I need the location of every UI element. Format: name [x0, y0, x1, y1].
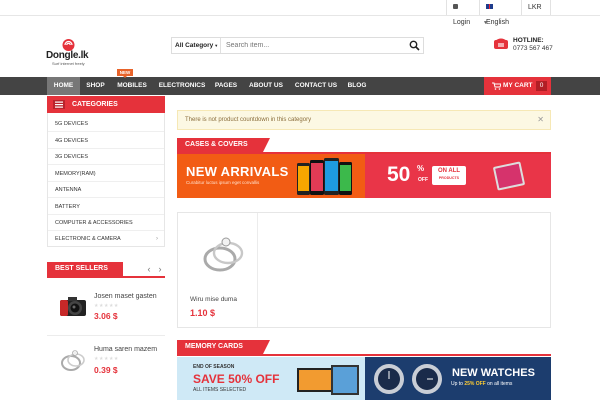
- new-badge: NEW: [117, 69, 133, 78]
- section-title: CASES & COVERS: [177, 138, 270, 152]
- notice-alert: There is not product countdown in this c…: [177, 110, 551, 130]
- rating-stars: ★★★★★: [94, 303, 119, 309]
- category-item[interactable]: 3G DEVICES: [48, 149, 164, 166]
- list-icon: [53, 100, 65, 109]
- lock-icon: [453, 4, 458, 9]
- percent-sign: %: [417, 164, 425, 173]
- cart-icon: [492, 82, 501, 90]
- promo-banner-season[interactable]: END OF SEASON SAVE 50% OFF ALL ITEMS SEL…: [177, 357, 551, 400]
- rating-stars: ★★★★★: [94, 356, 119, 362]
- banner-subtitle: Curabitur luctus ipsum eget convallis: [186, 180, 260, 185]
- section-title: MEMORY CARDS: [177, 340, 270, 354]
- wifi-logo-icon: [62, 39, 75, 51]
- off-label: OFF: [418, 177, 428, 183]
- tablet-image: [493, 161, 525, 191]
- chevron-right-icon[interactable]: ›: [156, 264, 164, 274]
- chevron-left-icon[interactable]: ‹: [145, 264, 153, 274]
- logo-text[interactable]: Dongle.lk: [46, 50, 89, 61]
- best-seller-price: 3.06 $: [94, 311, 118, 321]
- search-bar: All Category▼: [171, 37, 424, 54]
- category-item[interactable]: MEMORY(RAM): [48, 166, 164, 182]
- categories-header: CATEGORIES: [47, 96, 165, 113]
- login-link[interactable]: Login: [446, 0, 479, 26]
- watches-image: [374, 364, 442, 394]
- best-seller-name[interactable]: Josen maset gasten: [94, 293, 157, 300]
- category-item[interactable]: 4G DEVICES: [48, 133, 164, 149]
- search-category-select[interactable]: All Category▼: [172, 38, 221, 53]
- banner-right-sub: Up to 25% OFF on all items: [451, 381, 513, 387]
- category-item-with-sub[interactable]: ELECTRONIC & CAMERA ›: [48, 231, 164, 247]
- nav-home[interactable]: HOME: [47, 77, 80, 95]
- banner-sub-text: ALL ITEMS SELECTED: [193, 387, 247, 393]
- banner-small-text: END OF SEASON: [193, 364, 235, 370]
- best-sellers-title: BEST SELLERS: [47, 262, 123, 276]
- best-sellers-header: BEST SELLERS ‹ ›: [47, 262, 165, 278]
- cart-button[interactable]: MY CART 0: [484, 77, 551, 95]
- divider: [47, 335, 165, 336]
- discount-percent: 50: [387, 163, 411, 186]
- nav-electronics[interactable]: ELECTRONICS: [154, 77, 210, 95]
- hotline-label: HOTLINE:: [513, 37, 544, 44]
- top-bar: Login English LKR: [0, 0, 600, 26]
- category-item[interactable]: BATTERY: [48, 199, 164, 215]
- banner-left: NEW ARRIVALS Curabitur luctus ipsum eget…: [177, 154, 365, 198]
- phones-image: [297, 158, 352, 195]
- chevron-right-icon: ›: [156, 236, 158, 242]
- best-seller-name[interactable]: Huma saren mazem: [94, 346, 157, 353]
- promo-banner-new-arrivals[interactable]: NEW ARRIVALS Curabitur luctus ipsum eget…: [177, 154, 551, 198]
- ring-icon[interactable]: [57, 346, 89, 374]
- section-header-cases: CASES & COVERS: [177, 138, 551, 154]
- chevron-down-icon: ▼: [214, 43, 219, 48]
- close-icon[interactable]: ✕: [537, 111, 544, 129]
- product-name[interactable]: Wiru mise duma: [190, 296, 237, 303]
- on-all-products-badge: ON ALL PRODUCTS: [432, 166, 466, 185]
- camera-icon[interactable]: [57, 292, 89, 320]
- banner-right-title: NEW WATCHES: [452, 367, 535, 379]
- cart-label: MY CART: [503, 82, 533, 89]
- nav-about-us[interactable]: ABOUT US: [244, 77, 288, 95]
- category-item[interactable]: 5G DEVICES: [48, 116, 164, 133]
- hotline-number: 0773 567 467: [513, 45, 553, 52]
- nav-contact-us[interactable]: CONTACT US: [291, 77, 341, 95]
- nav-shop[interactable]: SHOP: [81, 77, 110, 95]
- phone-icon: [494, 38, 508, 49]
- categories-title: CATEGORIES: [72, 101, 118, 108]
- nav-blog[interactable]: BLOG: [344, 77, 370, 95]
- chevron-down-icon[interactable]: ▼: [483, 20, 488, 26]
- product-card[interactable]: Wiru mise duma 1.10 $: [178, 213, 258, 327]
- tv-image: [297, 365, 359, 395]
- category-list: 5G DEVICES 4G DEVICES 3G DEVICES MEMORY(…: [47, 113, 165, 247]
- uk-flag-icon: [486, 4, 493, 9]
- nav-mobiles[interactable]: MOBILES: [111, 77, 153, 95]
- section-header-memory-cards: MEMORY CARDS: [177, 340, 551, 356]
- currency-selector[interactable]: LKR: [521, 0, 551, 15]
- best-seller-price: 0.39 $: [94, 365, 118, 375]
- nav-pages[interactable]: PAGES: [211, 77, 241, 95]
- category-item[interactable]: COMPUTER & ACCESSORIES: [48, 215, 164, 232]
- ring-icon: [203, 237, 244, 272]
- logo-tagline: Surf internet freely: [52, 61, 85, 66]
- product-grid: Wiru mise duma 1.10 $: [177, 212, 551, 328]
- search-input[interactable]: [226, 39, 396, 52]
- category-item[interactable]: ANTENNA: [48, 182, 164, 199]
- cart-count: 0: [536, 81, 547, 91]
- search-icon[interactable]: [409, 40, 420, 51]
- banner-big-text: SAVE 50% OFF: [193, 372, 280, 386]
- language-selector[interactable]: English: [479, 0, 521, 26]
- banner-title: NEW ARRIVALS: [186, 164, 289, 179]
- banner-right: NEW WATCHES Up to 25% OFF on all items: [365, 357, 551, 400]
- product-price: 1.10 $: [190, 308, 216, 318]
- banner-left: END OF SEASON SAVE 50% OFF ALL ITEMS SEL…: [177, 357, 365, 400]
